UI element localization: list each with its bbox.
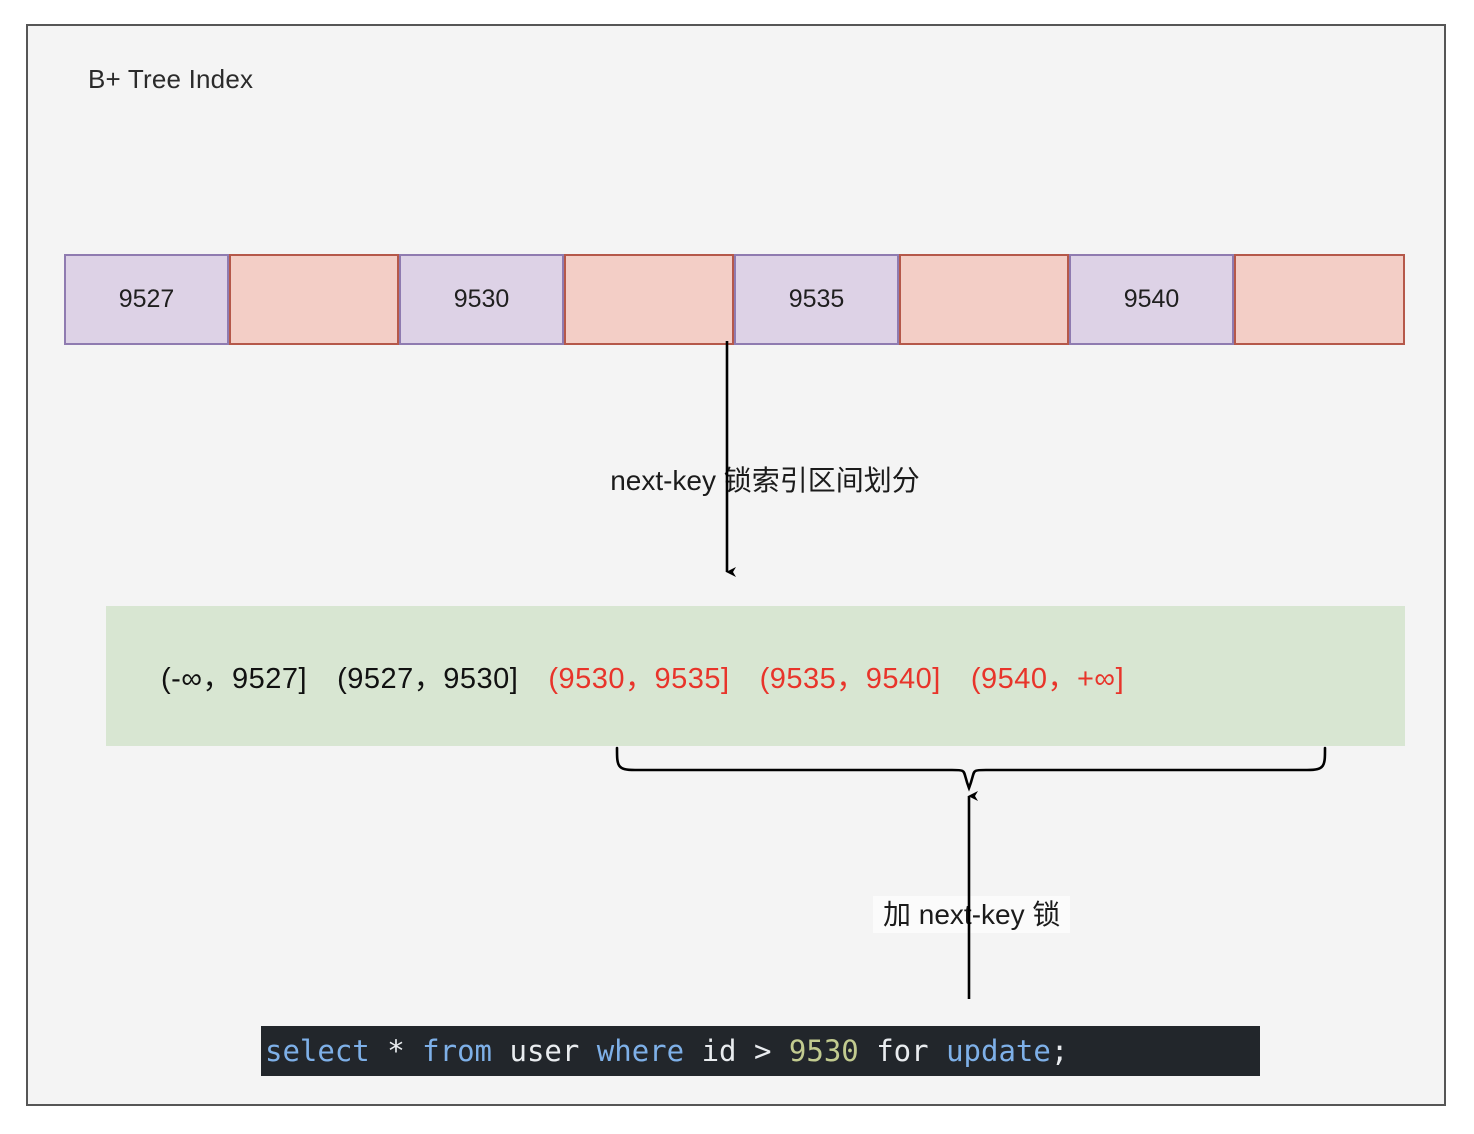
index-key-cell: 9530 bbox=[399, 254, 564, 345]
sql-token: ; bbox=[1050, 1034, 1069, 1068]
page-title: B+ Tree Index bbox=[88, 64, 254, 94]
index-gap-cell bbox=[1234, 254, 1405, 345]
interval-free: (9527，9530] bbox=[337, 663, 519, 695]
sql-statement-box: select * from user where id > 9530 for u… bbox=[261, 1026, 1260, 1076]
index-key-cell: 9540 bbox=[1069, 254, 1234, 345]
apply-next-key-lock-label: 加 next-key 锁 bbox=[873, 893, 1071, 933]
diagram-frame: B+ Tree Index 9527 9530 9535 9540 next-key … bbox=[26, 24, 1446, 1106]
next-key-partition-label: next-key 锁索引区间划分 bbox=[28, 459, 1474, 499]
index-gap-cell bbox=[564, 254, 734, 345]
index-key-cell: 9527 bbox=[64, 254, 229, 345]
sql-token: for bbox=[876, 1034, 929, 1068]
interval-locked: (9530，9535] bbox=[548, 663, 730, 695]
interval-band: (-∞，9527] (9527，9530] (9530，9535] (9535，954… bbox=[106, 606, 1405, 746]
sql-token: 9530 bbox=[788, 1034, 859, 1068]
sql-token: select bbox=[265, 1034, 370, 1068]
sql-token: where bbox=[596, 1034, 685, 1068]
sql-token: update bbox=[946, 1034, 1051, 1068]
diagram-canvas: B+ Tree Index 9527 9530 9535 9540 next-key … bbox=[0, 0, 1474, 1134]
apply-next-key-lock-text: 加 next-key 锁 bbox=[873, 896, 1071, 933]
interval-list: (-∞，9527] (9527，9530] (9530，9535] (9535，954… bbox=[106, 606, 1405, 746]
interval-free: (-∞，9527] bbox=[161, 663, 308, 695]
btree-index-row: 9527 9530 9535 9540 bbox=[64, 254, 1410, 345]
index-gap-cell bbox=[899, 254, 1069, 345]
sql-token: > bbox=[753, 1034, 772, 1068]
interval-locked: (9540，+∞] bbox=[970, 663, 1125, 695]
interval-locked: (9535，9540] bbox=[759, 663, 941, 695]
index-gap-cell bbox=[229, 254, 399, 345]
sql-token: * bbox=[387, 1034, 405, 1068]
sql-token: id bbox=[701, 1034, 737, 1068]
index-key-cell: 9535 bbox=[734, 254, 899, 345]
next-key-partition-label-text: next-key 锁索引区间划分 bbox=[596, 463, 934, 498]
sql-token: from bbox=[422, 1034, 493, 1068]
sql-token: user bbox=[509, 1034, 580, 1068]
